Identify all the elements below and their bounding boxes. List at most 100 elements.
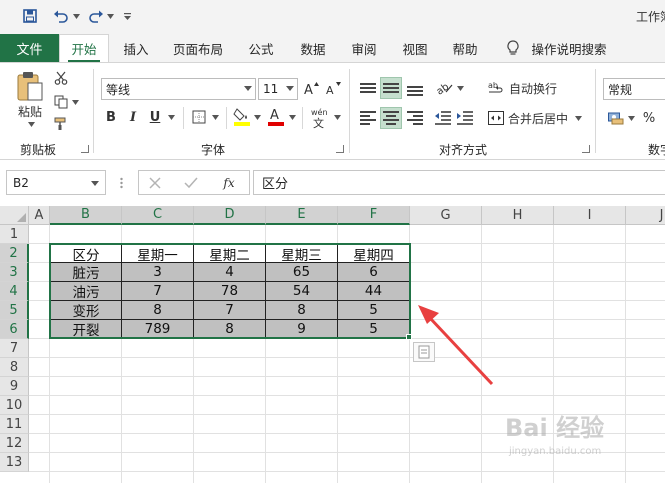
orientation-icon[interactable]: ab — [433, 77, 455, 99]
paste-icon[interactable] — [12, 69, 48, 103]
table-header-cell[interactable]: 区分 — [50, 244, 122, 264]
font-color-dropdown-icon[interactable] — [287, 113, 297, 121]
fill-color-dropdown-icon[interactable] — [252, 113, 262, 121]
table-cell[interactable]: 8 — [194, 320, 266, 339]
decrease-indent-icon[interactable] — [433, 107, 453, 129]
table-header-cell[interactable]: 星期二 — [194, 244, 266, 264]
middle-align-icon[interactable] — [380, 77, 402, 99]
customize-qat-icon[interactable] — [121, 6, 133, 26]
wrap-text-button[interactable]: 自动换行 — [507, 77, 559, 99]
tab-view[interactable]: 视图 — [394, 34, 436, 62]
undo-dropdown-icon[interactable] — [71, 6, 81, 26]
table-header-cell[interactable]: 星期一 — [122, 244, 194, 264]
column-header-d[interactable]: D — [194, 206, 266, 225]
table-cell[interactable]: 789 — [122, 320, 194, 339]
table-cell[interactable]: 5 — [338, 301, 410, 320]
percent-style-button[interactable]: % — [640, 107, 658, 129]
font-color-icon[interactable]: A — [266, 105, 286, 127]
more-options-icon[interactable] — [117, 175, 125, 191]
column-header-a[interactable]: A — [29, 206, 50, 225]
merge-dropdown-icon[interactable] — [573, 114, 583, 122]
row-header-8[interactable]: 8 — [0, 358, 29, 377]
table-header-cell[interactable]: 星期四 — [338, 244, 410, 264]
phonetic-dropdown-icon[interactable] — [332, 113, 342, 121]
column-header-i[interactable]: I — [554, 206, 626, 225]
tab-file[interactable]: 文件 — [0, 34, 59, 62]
table-cell[interactable]: 3 — [122, 263, 194, 282]
table-cell[interactable]: 油污 — [50, 282, 122, 301]
formula-input[interactable]: 区分 — [253, 170, 665, 195]
tab-insert[interactable]: 插入 — [115, 34, 157, 62]
worksheet-grid[interactable]: ABCDEFGHIJ 1 2 3 4 5 6 7 8 9 10 11 12 13 区分 星期一 星期二 星期三… — [0, 206, 665, 483]
fill-color-icon[interactable] — [232, 105, 252, 127]
underline-dropdown-icon[interactable] — [166, 113, 176, 121]
row-header-13[interactable]: 13 — [0, 453, 29, 472]
table-cell[interactable]: 5 — [338, 320, 410, 339]
lightbulb-icon[interactable] — [503, 34, 523, 62]
number-format-combo[interactable]: 常规 — [603, 78, 665, 100]
column-header-g[interactable]: G — [410, 206, 482, 225]
tab-review[interactable]: 审阅 — [343, 34, 385, 62]
table-cell[interactable]: 变形 — [50, 301, 122, 320]
row-header-12[interactable]: 12 — [0, 434, 29, 453]
copy-icon[interactable] — [52, 93, 70, 111]
table-cell[interactable]: 8 — [266, 301, 338, 320]
decrease-font-size-icon[interactable]: A — [324, 78, 342, 98]
quick-analysis-icon[interactable] — [413, 342, 435, 362]
phonetic-guide-icon[interactable]: wén 文 — [309, 107, 333, 129]
align-center-icon[interactable] — [380, 107, 402, 129]
font-launcher-icon[interactable] — [336, 145, 344, 153]
table-cell[interactable]: 9 — [266, 320, 338, 339]
paste-button[interactable]: 粘贴 — [12, 103, 48, 119]
table-cell[interactable]: 78 — [194, 282, 266, 301]
bottom-align-icon[interactable] — [405, 77, 425, 99]
bold-button[interactable]: B — [102, 107, 120, 127]
fill-handle[interactable] — [406, 334, 412, 340]
top-align-icon[interactable] — [358, 77, 378, 99]
column-header-c[interactable]: C — [122, 206, 194, 225]
tab-data[interactable]: 数据 — [292, 34, 334, 62]
insert-function-button[interactable]: fx — [218, 174, 240, 192]
enter-icon[interactable] — [182, 175, 200, 191]
table-cell[interactable]: 脏污 — [50, 263, 122, 282]
increase-indent-icon[interactable] — [455, 107, 475, 129]
underline-button[interactable]: U — [146, 107, 164, 127]
accounting-dropdown-icon[interactable] — [626, 114, 636, 122]
align-right-icon[interactable] — [405, 107, 425, 129]
cut-icon[interactable] — [52, 69, 70, 87]
table-cell[interactable]: 开裂 — [50, 320, 122, 339]
italic-button[interactable]: I — [124, 107, 142, 127]
accounting-format-icon[interactable] — [606, 107, 626, 129]
align-left-icon[interactable] — [358, 107, 378, 129]
row-header-11[interactable]: 11 — [0, 415, 29, 434]
font-name-combo[interactable]: 等线 — [101, 78, 256, 100]
font-size-combo[interactable]: 11 — [258, 78, 298, 100]
row-header-5[interactable]: 5 — [0, 301, 29, 320]
column-header-e[interactable]: E — [266, 206, 338, 225]
table-cell[interactable]: 54 — [266, 282, 338, 301]
paste-dropdown-icon[interactable] — [26, 120, 36, 128]
tab-page-layout[interactable]: 页面布局 — [167, 34, 229, 62]
table-cell[interactable]: 7 — [122, 282, 194, 301]
row-header-10[interactable]: 10 — [0, 396, 29, 415]
row-header-9[interactable]: 9 — [0, 377, 29, 396]
table-cell[interactable]: 65 — [266, 263, 338, 282]
table-cell[interactable]: 44 — [338, 282, 410, 301]
redo-icon[interactable] — [85, 6, 107, 26]
redo-dropdown-icon[interactable] — [105, 6, 115, 26]
borders-icon[interactable] — [190, 107, 208, 127]
table-header-cell[interactable]: 星期三 — [266, 244, 338, 264]
tell-me-search[interactable]: 操作说明搜索 — [531, 34, 607, 62]
row-header-6[interactable]: 6 — [0, 320, 29, 339]
undo-icon[interactable] — [50, 6, 72, 26]
save-icon[interactable] — [20, 6, 40, 26]
column-header-h[interactable]: H — [482, 206, 554, 225]
row-header-1[interactable]: 1 — [0, 225, 29, 244]
merge-center-icon[interactable] — [487, 107, 505, 129]
cancel-icon[interactable] — [146, 175, 164, 191]
tab-formulas[interactable]: 公式 — [240, 34, 282, 62]
column-header-j[interactable]: J — [626, 206, 665, 225]
table-cell[interactable]: 7 — [194, 301, 266, 320]
select-all-button[interactable] — [0, 206, 29, 225]
column-header-b[interactable]: B — [50, 206, 122, 225]
